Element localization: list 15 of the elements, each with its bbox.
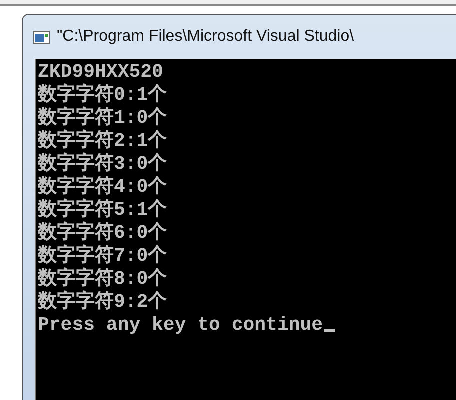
console-line: 数字字符4:0个 [38,176,168,198]
console-line: 数字字符7:0个 [38,245,168,268]
console-line: Press any key to continue [38,314,324,337]
console-icon [33,30,50,44]
console-line: 数字字符6:0个 [38,222,168,244]
console-line: 数字字符8:0个 [38,268,168,290]
console-line: 数字字符0:1个 [38,84,168,106]
window-title: "C:\Program Files\Microsoft Visual Studio\ [57,28,354,46]
console-line: 数字字符2:1个 [38,130,168,152]
console-line: 数字字符1:0个 [38,107,168,130]
cursor-icon [324,329,336,332]
console-line: ZKD99HXX520 [38,61,164,84]
console-line: 数字字符3:0个 [38,153,168,176]
console-line: 数字字符9:2个 [38,291,168,314]
console-line: 数字字符5:1个 [38,199,168,222]
